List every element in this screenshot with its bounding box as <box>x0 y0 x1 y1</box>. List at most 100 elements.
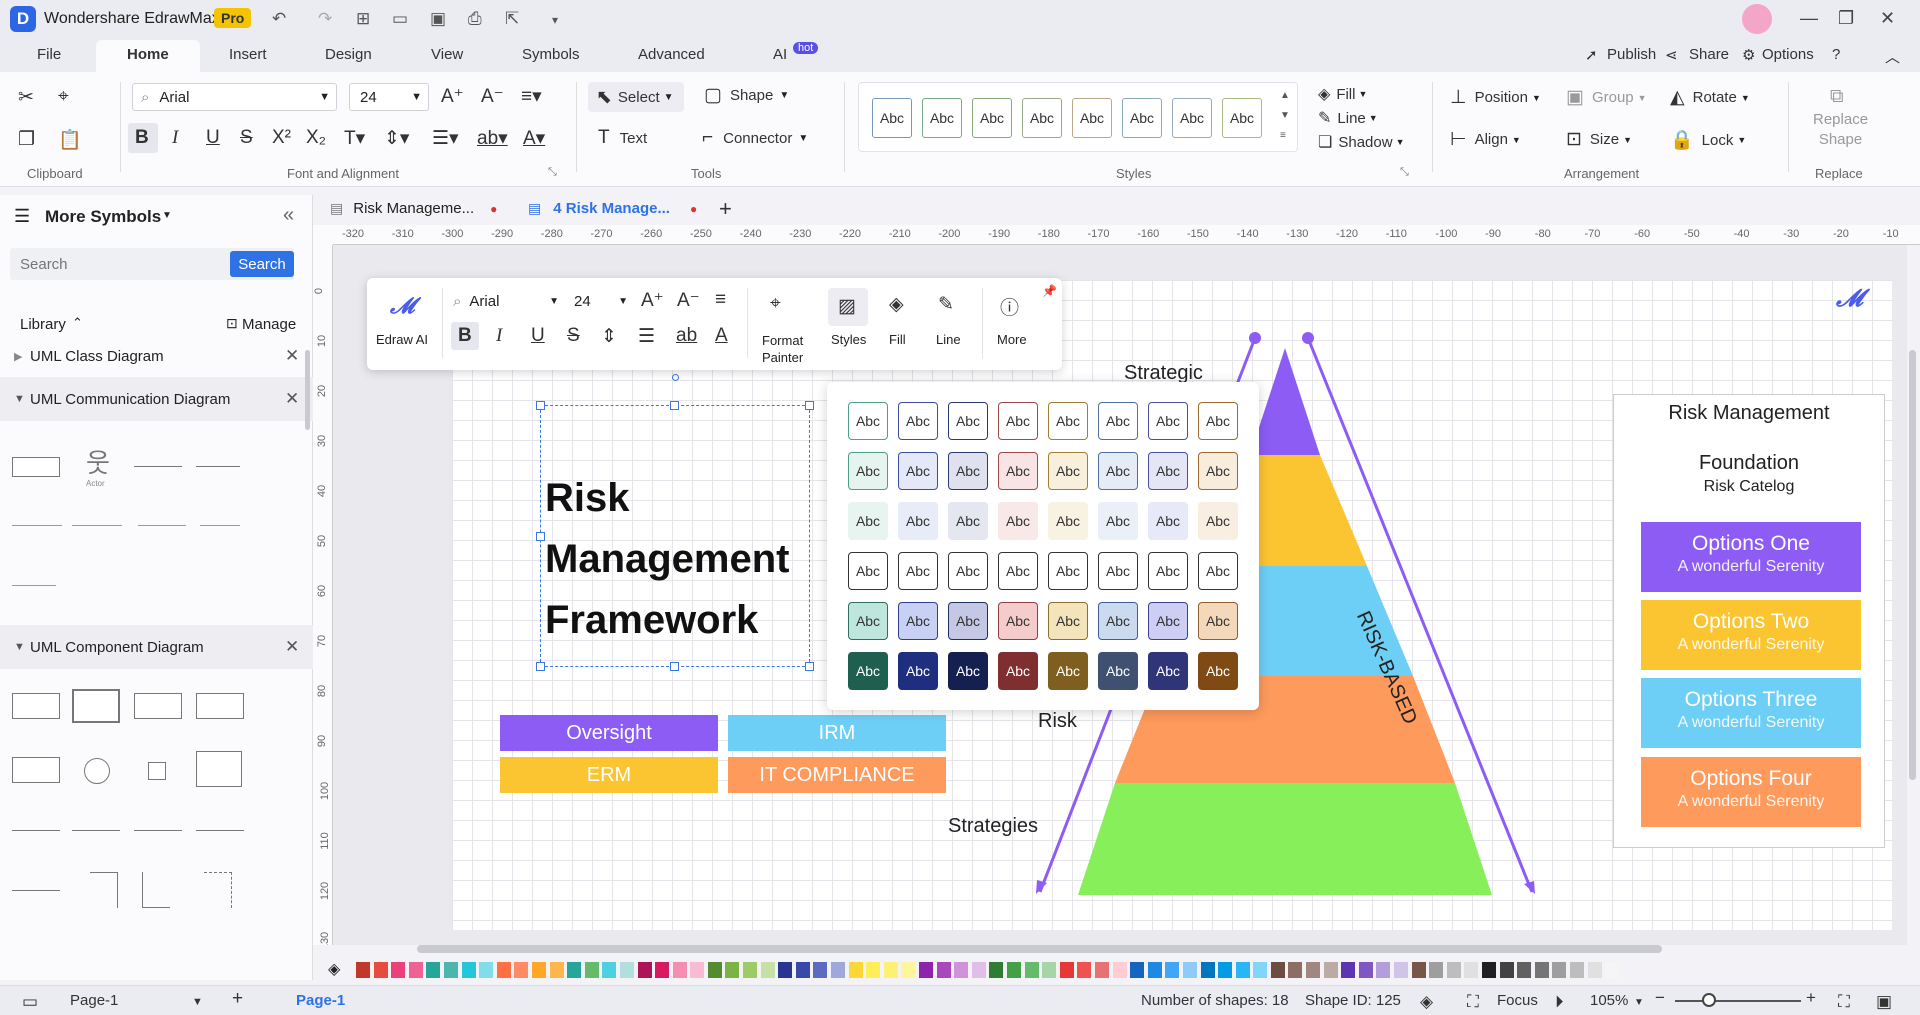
color-swatch[interactable] <box>373 962 388 978</box>
style-swatch[interactable]: Abc <box>898 502 938 540</box>
chevron-right-icon[interactable]: ▶ <box>14 350 22 363</box>
style-swatch[interactable]: Abc <box>1122 98 1162 138</box>
bold-icon[interactable]: B <box>135 127 149 149</box>
legend-subtitle[interactable]: Foundation <box>1613 452 1885 475</box>
style-swatch[interactable]: Abc <box>1098 652 1138 690</box>
add-page-icon[interactable]: + <box>232 988 243 1010</box>
artifact-shape[interactable] <box>196 751 242 787</box>
interface-shape[interactable] <box>84 758 110 784</box>
connector-shape[interactable] <box>12 890 60 891</box>
style-swatch[interactable]: Abc <box>898 652 938 690</box>
style-swatch[interactable]: Abc <box>1148 402 1188 440</box>
font-color-icon[interactable]: A▾ <box>523 127 545 150</box>
color-swatch[interactable] <box>1517 962 1532 978</box>
oversight-bar[interactable]: Oversight <box>500 715 718 751</box>
edraw-ai-icon[interactable]: 𝓜 <box>390 293 415 319</box>
chevron-down-icon[interactable]: ▼ <box>192 996 203 1008</box>
increase-font-icon[interactable]: A⁺ <box>641 289 664 312</box>
option-card-1[interactable]: Options One A wonderful Serenity <box>1641 522 1861 592</box>
underline-icon[interactable]: U <box>531 325 545 347</box>
legend-title[interactable]: Risk Management <box>1613 402 1885 425</box>
diagram-title[interactable]: Risk Management Framework <box>545 468 790 651</box>
message-shape[interactable] <box>138 525 186 526</box>
color-swatch[interactable] <box>831 962 846 978</box>
library-item[interactable]: UML Component Diagram <box>30 639 204 656</box>
style-swatch[interactable]: Abc <box>898 552 938 590</box>
style-swatch[interactable]: Abc <box>1222 98 1262 138</box>
zoom-in-icon[interactable]: + <box>1806 988 1816 1008</box>
style-swatch[interactable]: Abc <box>948 502 988 540</box>
color-swatch[interactable] <box>1569 962 1584 978</box>
tab-insert[interactable]: Insert <box>229 46 267 63</box>
bullet-list-icon[interactable]: ☰▾ <box>432 127 459 150</box>
save-icon[interactable]: ▣ <box>430 9 446 29</box>
fit-page-icon[interactable]: ⛶ <box>1838 992 1850 1012</box>
color-swatch[interactable] <box>1147 962 1162 978</box>
color-swatch[interactable] <box>813 962 828 978</box>
resize-handle[interactable] <box>670 662 679 671</box>
style-swatch[interactable]: Abc <box>1148 602 1188 640</box>
zoom-level[interactable]: 105% <box>1590 992 1628 1009</box>
lollipop-shape[interactable] <box>12 830 60 831</box>
color-swatch[interactable] <box>391 962 406 978</box>
float-size-select[interactable]: 24 ▼ <box>574 288 628 314</box>
page-selector[interactable]: Page-1 <box>70 992 118 1009</box>
italic-icon[interactable]: I <box>496 325 502 347</box>
export-icon[interactable]: ⇱ <box>505 9 519 29</box>
doc-tab[interactable]: ▤ Risk Manageme... ● <box>330 200 497 217</box>
fill-button[interactable]: ◈ Fill ▼ <box>1318 84 1367 104</box>
align-text-icon[interactable]: ≡▾ <box>521 85 542 108</box>
color-swatch[interactable] <box>1429 962 1444 978</box>
add-tab-icon[interactable]: + <box>719 196 732 222</box>
color-swatch[interactable] <box>479 962 494 978</box>
more-button[interactable]: More <box>997 332 1027 347</box>
close-window-icon[interactable]: ✕ <box>1880 8 1895 29</box>
color-swatch[interactable] <box>1446 962 1461 978</box>
library-item[interactable]: UML Communication Diagram <box>30 391 230 408</box>
font-color-icon[interactable]: A <box>715 325 728 347</box>
library-label[interactable]: Library <box>20 316 66 333</box>
option-card-3[interactable]: Options Three A wonderful Serenity <box>1641 678 1861 748</box>
style-swatch[interactable]: Abc <box>998 502 1038 540</box>
increase-font-icon[interactable]: A⁺ <box>441 85 464 108</box>
color-swatch[interactable] <box>936 962 951 978</box>
focus-button[interactable]: Focus <box>1497 992 1538 1009</box>
decrease-font-icon[interactable]: A⁻ <box>677 289 700 312</box>
line-spacing-icon[interactable]: ⇕▾ <box>384 127 409 150</box>
minimize-icon[interactable]: — <box>1800 8 1818 29</box>
style-swatch[interactable]: Abc <box>1198 602 1238 640</box>
pyramid-level-1[interactable] <box>1250 348 1320 455</box>
color-swatch[interactable] <box>1323 962 1338 978</box>
resize-handle[interactable] <box>670 401 679 410</box>
align-text-icon[interactable]: ≡ <box>715 289 726 311</box>
style-swatch[interactable]: Abc <box>848 502 888 540</box>
align-button[interactable]: ⊢ Align ▼ <box>1450 128 1521 151</box>
zoom-slider[interactable] <box>1675 1000 1801 1002</box>
dependency-shape[interactable] <box>196 830 244 831</box>
line-button[interactable]: Line <box>936 332 961 347</box>
color-swatch[interactable] <box>443 962 458 978</box>
pin-icon[interactable]: 📌 <box>1042 284 1057 298</box>
color-swatch[interactable] <box>1182 962 1197 978</box>
style-swatch[interactable]: Abc <box>1172 98 1212 138</box>
color-swatch[interactable] <box>1534 962 1549 978</box>
color-swatch[interactable] <box>1042 962 1057 978</box>
bullet-list-icon[interactable]: ☰ <box>638 325 655 348</box>
style-swatch[interactable]: Abc <box>1048 652 1088 690</box>
color-swatch[interactable] <box>919 962 933 978</box>
library-item[interactable]: UML Class Diagram <box>30 348 164 365</box>
color-swatch[interactable] <box>1464 962 1479 978</box>
zoom-out-icon[interactable]: − <box>1655 988 1665 1008</box>
style-swatch[interactable]: Abc <box>1048 452 1088 490</box>
color-swatch[interactable] <box>1165 962 1180 978</box>
color-swatch[interactable] <box>1006 962 1021 978</box>
text-button[interactable]: T Text <box>598 127 647 149</box>
color-swatch[interactable] <box>1411 962 1426 978</box>
italic-icon[interactable]: I <box>172 127 178 149</box>
float-font-select[interactable]: ⌕ Arial ▼ <box>453 288 559 314</box>
undo-icon[interactable]: ↶ <box>272 9 286 29</box>
color-swatch[interactable] <box>1552 962 1567 978</box>
collapse-ribbon-icon[interactable]: ︿ <box>1885 46 1900 67</box>
tab-home[interactable]: Home <box>127 46 169 63</box>
color-swatch[interactable] <box>1130 962 1145 978</box>
